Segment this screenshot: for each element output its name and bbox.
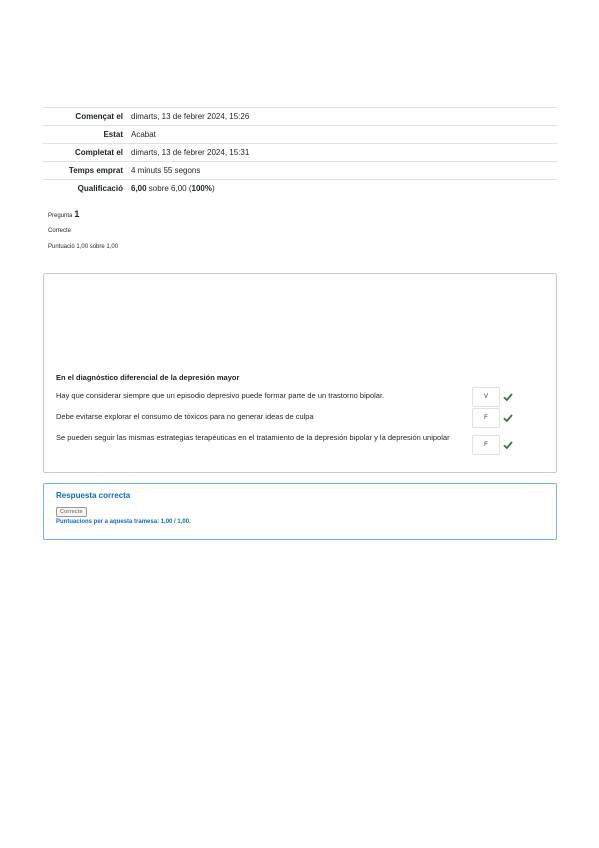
feedback-score: Puntuacions per a aquesta tramesa: 1,00 … (56, 519, 191, 525)
question-item-1: Hay que considerar siempre que un episod… (56, 387, 466, 404)
question-item-text: Hay que considerar siempre que un episod… (56, 391, 385, 400)
summary-label: Qualificació (77, 184, 123, 194)
check-icon (503, 441, 513, 450)
summary-label: Començat el (75, 112, 123, 121)
question-info: Pregunta 1 Correcte Puntuació 1,00 sobre… (48, 210, 118, 254)
check-icon (503, 414, 513, 423)
check-icon (503, 393, 513, 402)
answer-select-2[interactable]: F (472, 408, 500, 428)
question-grade: Puntuació 1,00 sobre 1,00 (48, 244, 119, 250)
summary-label: Temps emprat (68, 166, 123, 175)
summary-row-time-taken: Temps emprat 4 minuts 55 segons (43, 161, 557, 180)
summary-grade-value: 6,00 sobre 6,00 (100%) (131, 180, 557, 198)
answer-select-3[interactable]: F (472, 435, 500, 455)
question-content-box: En el diagnóstico diferencial de la depr… (43, 273, 557, 473)
summary-row-state: Estat Acabat (43, 125, 557, 144)
feedback-box: Respuesta correcta Correcte Puntuacions … (43, 483, 557, 540)
summary-row-grade: Qualificació 6,00 sobre 6,00 (100%) (43, 179, 557, 198)
feedback-heading: Respuesta correcta (56, 491, 131, 500)
question-label: Pregunta (48, 213, 73, 219)
summary-value: Acabat (131, 130, 156, 139)
question-item-2: Debe evitarse explorar el consumo de tóx… (56, 408, 466, 425)
summary-value: 4 minuts 55 segons (131, 166, 201, 175)
grade-end: ) (211, 184, 215, 194)
correct-badge: Correcte (56, 507, 87, 517)
quiz-summary-table: Començat el dimarts, 13 de febrer 2024, … (43, 107, 557, 198)
question-number: 1 (74, 209, 80, 219)
summary-row-started: Començat el dimarts, 13 de febrer 2024, … (43, 107, 557, 126)
grade-score: 6,00 (131, 184, 147, 194)
question-text: En el diagnóstico diferencial de la depr… (56, 373, 240, 382)
summary-value: dimarts, 13 de febrer 2024, 15:31 (131, 148, 250, 157)
question-item-text: Se pueden seguir las mismas estrategias … (56, 433, 450, 442)
grade-middle: sobre 6,00 ( (146, 184, 192, 194)
summary-value: dimarts, 13 de febrer 2024, 15:26 (131, 112, 250, 121)
summary-label: Estat (103, 130, 123, 139)
answer-select-1[interactable]: V (472, 387, 500, 407)
summary-row-completed: Completat el dimarts, 13 de febrer 2024,… (43, 143, 557, 162)
question-state: Correcte (48, 228, 72, 234)
grade-percent: 100% (191, 184, 212, 194)
summary-label: Completat el (74, 148, 123, 157)
question-number-row: Pregunta 1 (48, 210, 118, 222)
question-item-text: Debe evitarse explorar el consumo de tóx… (56, 412, 314, 421)
question-item-3: Se pueden seguir las mismas estrategias … (56, 429, 466, 446)
